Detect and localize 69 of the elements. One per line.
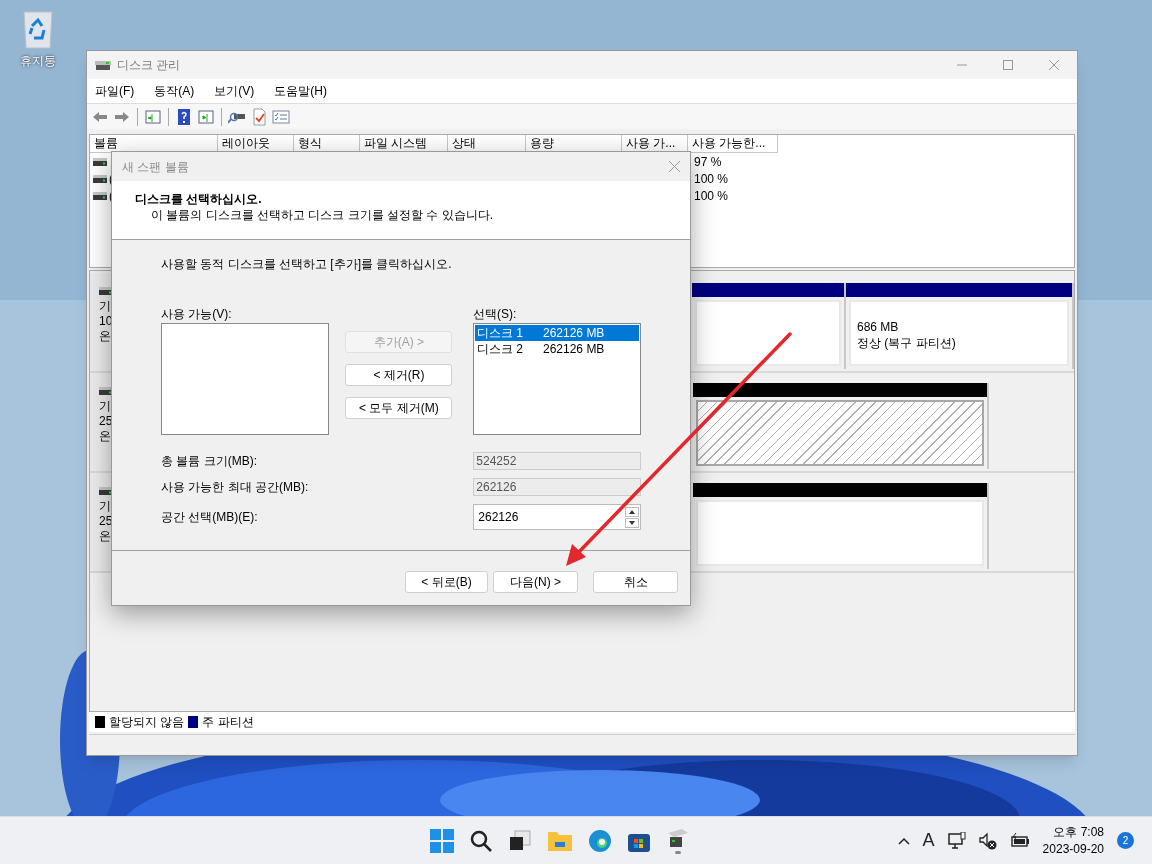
table-cell-text: 100 %	[694, 170, 729, 188]
disk-label-text: 기	[99, 299, 112, 314]
battery-charging-icon[interactable]	[1009, 832, 1030, 849]
disk-label-text: 온	[99, 429, 112, 444]
available-disks-list[interactable]	[161, 323, 329, 435]
menu-item[interactable]: 동작(A)	[154, 82, 195, 100]
dialog-button[interactable]: < 모두 제거(M)	[345, 397, 453, 419]
start-icon[interactable]	[430, 828, 454, 853]
drive-icon	[93, 191, 107, 200]
help-icon[interactable]	[175, 107, 193, 126]
recycle-bin-icon[interactable]	[20, 10, 56, 50]
window-title: 디스크 관리	[117, 57, 181, 74]
table-cell-text: 97 %	[694, 153, 722, 171]
drive-icon	[93, 157, 107, 166]
column-header[interactable]: 사용 가능한...	[688, 135, 778, 153]
chevron-up-icon[interactable]	[897, 836, 910, 845]
dialog-button[interactable]: 다음(N) >	[493, 571, 578, 593]
field-label: 선택(S):	[473, 306, 518, 323]
disk-label-text: 기	[99, 399, 112, 414]
partition-size: 686 MB	[857, 319, 900, 335]
space-spinner[interactable]: 262126	[473, 504, 641, 530]
clock-time[interactable]: 오후 7:08	[1053, 823, 1104, 841]
selected-disks-list[interactable]: 디스크 1 262126 MB 디스크 2 262126 MB	[473, 323, 641, 435]
field-label: 사용 가능(V):	[161, 306, 233, 323]
dialog-title: 새 스팬 볼륨	[122, 158, 189, 176]
browser-icon[interactable]	[588, 828, 612, 853]
list-item[interactable]: 디스크 1 262126 MB	[475, 325, 639, 341]
readonly-field: 262126	[473, 478, 641, 496]
drive-icon	[93, 174, 107, 183]
muted-speaker-icon[interactable]	[978, 831, 997, 850]
partition-block[interactable]	[692, 283, 846, 369]
menu-item[interactable]: 도움말(H)	[274, 82, 327, 100]
search-icon[interactable]	[469, 828, 493, 853]
panel-icon[interactable]	[197, 107, 215, 126]
checklist-icon[interactable]	[272, 107, 290, 126]
clock-date[interactable]: 2023-09-20	[1042, 840, 1104, 858]
dialog-subheading: 이 볼륨의 디스크를 선택하고 디스크 크기를 설정할 수 있습니다.	[150, 207, 494, 223]
dialog-button[interactable]: 취소	[593, 571, 678, 593]
menu-item[interactable]: 파일(F)	[95, 82, 135, 100]
partition-status: 정상 (복구 파티션)	[857, 335, 957, 351]
partition-block[interactable]	[693, 483, 989, 569]
disk-label-text: 기	[99, 499, 112, 514]
maximize-icon[interactable]	[1003, 60, 1013, 70]
legend-label: 주 파티션	[202, 714, 254, 731]
dialog-button[interactable]: < 제거(R)	[345, 364, 453, 386]
task-view-icon[interactable]	[508, 828, 532, 853]
disk-drive-icon	[95, 58, 111, 72]
disk-drive-icon[interactable]	[666, 827, 690, 849]
checked-document-icon[interactable]	[250, 107, 268, 126]
partition-block[interactable]	[693, 383, 989, 469]
panel-icon[interactable]	[144, 107, 162, 126]
disk-label-text: 온	[99, 329, 112, 344]
partition-block[interactable]: 686 MB 정상 (복구 파티션)	[846, 283, 1074, 369]
readonly-field: 524252	[473, 452, 641, 470]
dialog-button[interactable]: < 뒤로(B)	[405, 571, 488, 593]
legend-label: 할당되지 않음	[109, 714, 185, 731]
network-icon[interactable]	[947, 831, 966, 850]
list-item[interactable]: 디스크 2 262126 MB	[475, 341, 639, 357]
input-method-indicator[interactable]: A	[922, 827, 935, 854]
disk-label-text: 온	[99, 529, 112, 544]
field-label: 공간 선택(MB)(E):	[161, 509, 259, 526]
field-label: 사용 가능한 최대 공간(MB):	[161, 479, 310, 496]
dialog-heading: 디스크를 선택하십시오.	[135, 191, 263, 207]
close-icon[interactable]	[1049, 60, 1059, 70]
table-cell-text: 100 %	[694, 187, 729, 205]
instruction-text: 사용할 동적 디스크를 선택하고 [추가]를 클릭하십시오.	[161, 256, 453, 273]
notification-badge[interactable]: 2	[1117, 832, 1134, 849]
menu-item[interactable]: 보기(V)	[214, 82, 255, 100]
field-label: 총 볼륨 크기(MB):	[161, 453, 258, 470]
